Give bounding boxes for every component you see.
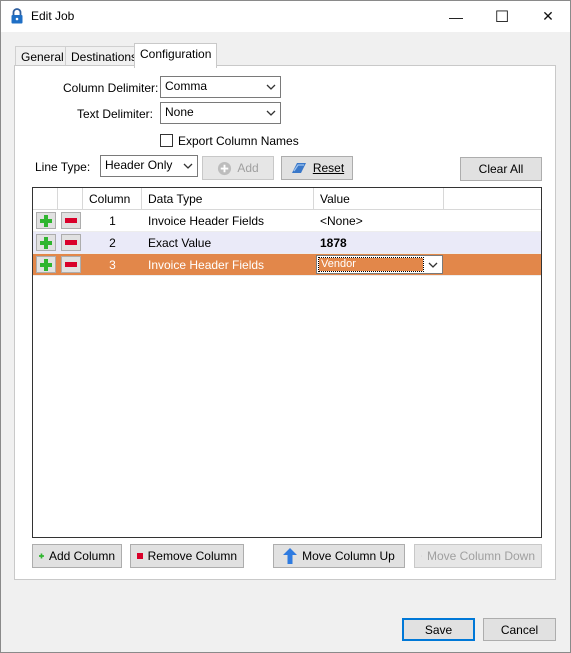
header-data-type[interactable]: Data Type: [142, 188, 314, 210]
remove-row-button[interactable]: [61, 256, 81, 273]
close-button[interactable]: ✕: [525, 1, 571, 32]
table-row[interactable]: 2 Exact Value 1878: [33, 232, 541, 254]
title-bar[interactable]: Edit Job — ☐ ✕: [1, 1, 570, 32]
chevron-down-icon: [266, 84, 276, 90]
maximize-icon: ☐: [494, 8, 510, 26]
add-row-button[interactable]: [36, 234, 56, 251]
add-line-label: Add: [237, 161, 259, 175]
header-value[interactable]: Value: [314, 188, 444, 210]
text-delimiter-value: None: [165, 105, 194, 119]
remove-column-button[interactable]: Remove Column: [130, 544, 244, 568]
cell-data-type: Invoice Header Fields: [148, 214, 265, 228]
tab-configuration[interactable]: Configuration: [134, 43, 218, 68]
column-delimiter-value: Comma: [165, 79, 208, 93]
plus-icon: [40, 236, 52, 249]
table-row[interactable]: 1 Invoice Header Fields <None>: [33, 210, 541, 232]
edit-job-window: Edit Job — ☐ ✕ General Destinations Conf…: [0, 0, 571, 653]
maximize-button[interactable]: ☐: [479, 1, 525, 32]
table-row-selected[interactable]: 3 Invoice Header Fields Vendor: [33, 254, 541, 276]
cell-value[interactable]: <None>: [314, 210, 444, 232]
reset-button[interactable]: Reset: [281, 156, 353, 180]
cell-value[interactable]: 1878: [314, 232, 444, 254]
plus-icon: [40, 214, 52, 227]
cancel-label: Cancel: [500, 622, 539, 637]
add-circle-icon: [218, 161, 232, 175]
value-dropdown-selected: Vendor: [318, 257, 424, 272]
clear-all-button[interactable]: Clear All: [460, 157, 542, 181]
reset-icon: [291, 163, 306, 173]
arrow-down-icon: [421, 555, 422, 557]
remove-column-label: Remove Column: [147, 549, 237, 563]
add-line-button[interactable]: Add: [202, 156, 274, 180]
text-delimiter-label: Text Delimiter:: [77, 107, 154, 121]
cell-column: 1: [109, 214, 116, 228]
column-delimiter-label: Column Delimiter:: [63, 81, 159, 95]
cell-data-type: Invoice Header Fields: [148, 258, 265, 272]
remove-row-button[interactable]: [61, 234, 81, 251]
value-dropdown[interactable]: Vendor: [316, 255, 443, 274]
minimize-icon: —: [449, 8, 463, 25]
move-column-up-button[interactable]: Move Column Up: [273, 544, 405, 568]
window-title: Edit Job: [31, 9, 75, 23]
line-type-select[interactable]: Header Only: [100, 155, 198, 177]
add-row-button[interactable]: [36, 256, 56, 273]
grid-header: Column Data Type Value: [33, 188, 541, 210]
remove-row-button[interactable]: [61, 212, 81, 229]
chevron-down-icon: [183, 163, 193, 169]
arrow-up-icon: [283, 548, 298, 564]
padlock-icon: [11, 8, 23, 24]
plus-icon: [40, 258, 52, 271]
text-delimiter-select[interactable]: None: [160, 102, 281, 124]
minus-icon: [65, 240, 77, 245]
tab-destinations[interactable]: Destinations: [65, 46, 144, 67]
line-type-label: Line Type:: [35, 160, 91, 174]
line-type-value: Header Only: [105, 158, 173, 172]
move-column-down-label: Move Column Down: [426, 549, 535, 563]
tab-general-label: General: [21, 50, 64, 64]
cell-data-type: Exact Value: [148, 236, 212, 250]
chevron-down-icon: [428, 262, 438, 268]
tab-general[interactable]: General: [15, 46, 70, 67]
plus-icon: [39, 553, 44, 559]
clear-all-label: Clear All: [478, 162, 524, 176]
minus-icon: [65, 262, 77, 267]
add-row-button[interactable]: [36, 212, 56, 229]
header-add-col: [33, 188, 58, 210]
close-icon: ✕: [542, 8, 554, 24]
header-column[interactable]: Column: [83, 188, 142, 210]
save-button[interactable]: Save: [402, 618, 475, 641]
minus-icon: [65, 218, 77, 223]
add-column-button[interactable]: Add Column: [32, 544, 122, 568]
columns-grid: Column Data Type Value 1 Invoice Header …: [32, 187, 542, 538]
move-column-down-button[interactable]: Move Column Down: [414, 544, 542, 568]
add-column-label: Add Column: [48, 549, 115, 563]
header-remove-col: [58, 188, 83, 210]
reset-label: Reset: [312, 161, 345, 175]
cell-column: 2: [109, 236, 116, 250]
export-column-names-label: Export Column Names: [178, 134, 299, 148]
minus-icon: [137, 553, 143, 559]
save-label: Save: [424, 622, 453, 637]
export-column-names-checkbox[interactable]: [160, 134, 173, 147]
column-delimiter-select[interactable]: Comma: [160, 76, 281, 98]
cancel-button[interactable]: Cancel: [483, 618, 556, 641]
minimize-button[interactable]: —: [433, 1, 479, 32]
cell-column: 3: [109, 258, 116, 272]
chevron-down-icon: [266, 110, 276, 116]
tab-configuration-label: Configuration: [140, 47, 212, 61]
move-column-up-label: Move Column Up: [302, 549, 395, 563]
tab-destinations-label: Destinations: [71, 50, 138, 64]
